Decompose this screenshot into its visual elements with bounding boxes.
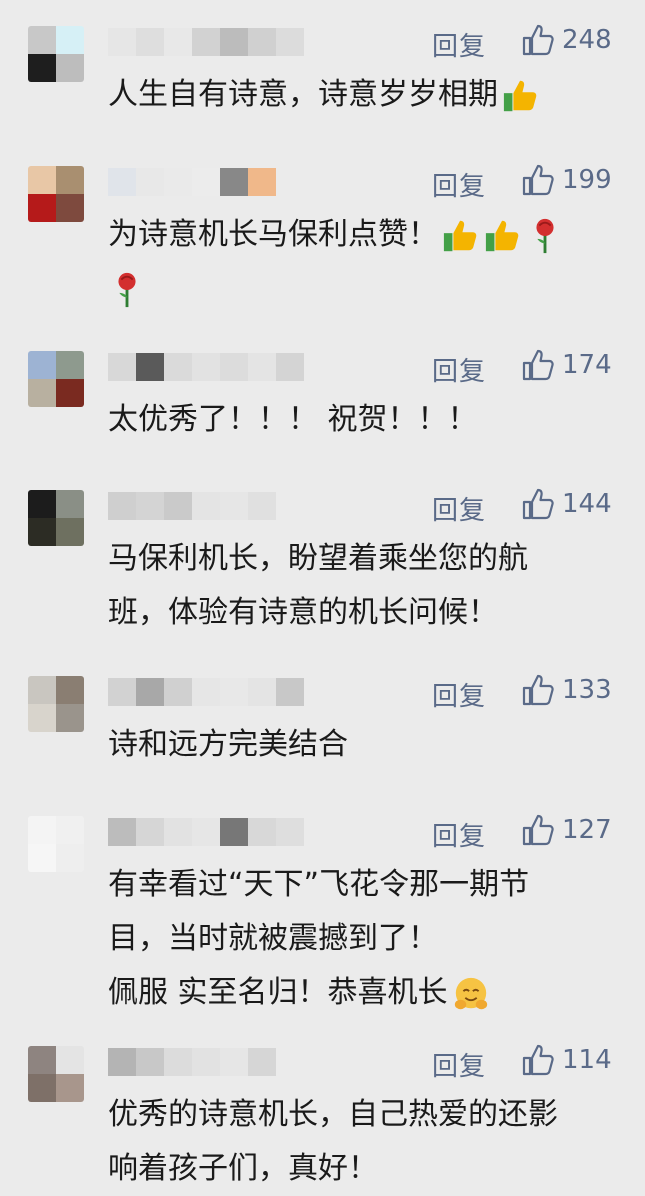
thumbs-up-emoji [503,80,537,111]
comment-text: 人生自有诗意，诗意岁岁相期 [108,68,608,122]
like-count: 127 [562,815,612,845]
rose-emoji [118,272,136,307]
comment-line: 马保利机长，盼望着乘坐您的航 [108,541,528,576]
comment-text: 马保利机长，盼望着乘坐您的航 班，体验有诗意的机长问候！ [108,532,608,640]
username-pixelated[interactable] [108,678,304,706]
comment-line: 佩服 实至名归！恭喜机长 [108,975,448,1010]
thumbs-up-outline-icon [522,674,554,706]
username-pixelated[interactable] [108,168,276,196]
thumbs-up-outline-icon [522,349,554,381]
comment-line: 人生自有诗意，诗意岁岁相期 [108,77,498,112]
like-count: 199 [562,165,612,195]
like-button[interactable]: 127 [520,812,612,848]
like-button[interactable]: 144 [520,486,612,522]
reply-button[interactable]: 回复 [432,1046,486,1083]
avatar[interactable] [28,351,84,407]
thumbs-up-outline-icon [522,164,554,196]
comment-line: 班，体验有诗意的机长问候！ [108,595,498,630]
like-button[interactable]: 248 [520,22,612,58]
like-count: 174 [562,350,612,380]
comment-line: 目，当时就被震撼到了！ [108,921,438,956]
comment-line: 为诗意机长马保利点赞！ [108,217,438,252]
avatar[interactable] [28,816,84,872]
thumbs-up-outline-icon [522,814,554,846]
username-pixelated[interactable] [108,353,304,381]
reply-button[interactable]: 回复 [432,676,486,713]
reply-button[interactable]: 回复 [432,351,486,388]
like-count: 144 [562,489,612,519]
avatar[interactable] [28,166,84,222]
reply-button[interactable]: 回复 [432,166,486,203]
comment-line: 有幸看过“天下”飞花令那一期节 [108,867,530,902]
like-count: 248 [562,25,612,55]
avatar[interactable] [28,490,84,546]
reply-button[interactable]: 回复 [432,816,486,853]
comment-text: 为诗意机长马保利点赞！ [108,208,608,316]
like-button[interactable]: 199 [520,162,612,198]
comment-line: 响着孩子们，真好！ [108,1151,378,1186]
comment-line: 诗和远方完美结合 [108,727,348,762]
rose-emoji [536,218,554,253]
thumbs-up-emoji [443,220,477,251]
comment-text: 太优秀了！！！ 祝贺！！！ [108,393,608,447]
thumbs-up-outline-icon [522,488,554,520]
like-button[interactable]: 133 [520,672,612,708]
like-button[interactable]: 174 [520,347,612,383]
thumbs-up-outline-icon [522,24,554,56]
avatar[interactable] [28,26,84,82]
like-count: 133 [562,675,612,705]
comment-line: 太优秀了！！！ 祝贺！！！ [108,402,478,437]
comment-text: 有幸看过“天下”飞花令那一期节 目，当时就被震撼到了！ 佩服 实至名归！恭喜机长 [108,858,608,1020]
reply-button[interactable]: 回复 [432,26,486,63]
username-pixelated[interactable] [108,818,304,846]
comment-text: 诗和远方完美结合 [108,718,608,772]
username-pixelated[interactable] [108,28,304,56]
avatar[interactable] [28,1046,84,1102]
thumbs-up-emoji [485,220,519,251]
avatar[interactable] [28,676,84,732]
like-count: 114 [562,1045,612,1075]
like-button[interactable]: 114 [520,1042,612,1078]
hugging-face-emoji [454,977,487,1009]
reply-button[interactable]: 回复 [432,490,486,527]
thumbs-up-outline-icon [522,1044,554,1076]
username-pixelated[interactable] [108,492,276,520]
comment-line: 优秀的诗意机长，自己热爱的还影 [108,1097,558,1132]
username-pixelated[interactable] [108,1048,276,1076]
